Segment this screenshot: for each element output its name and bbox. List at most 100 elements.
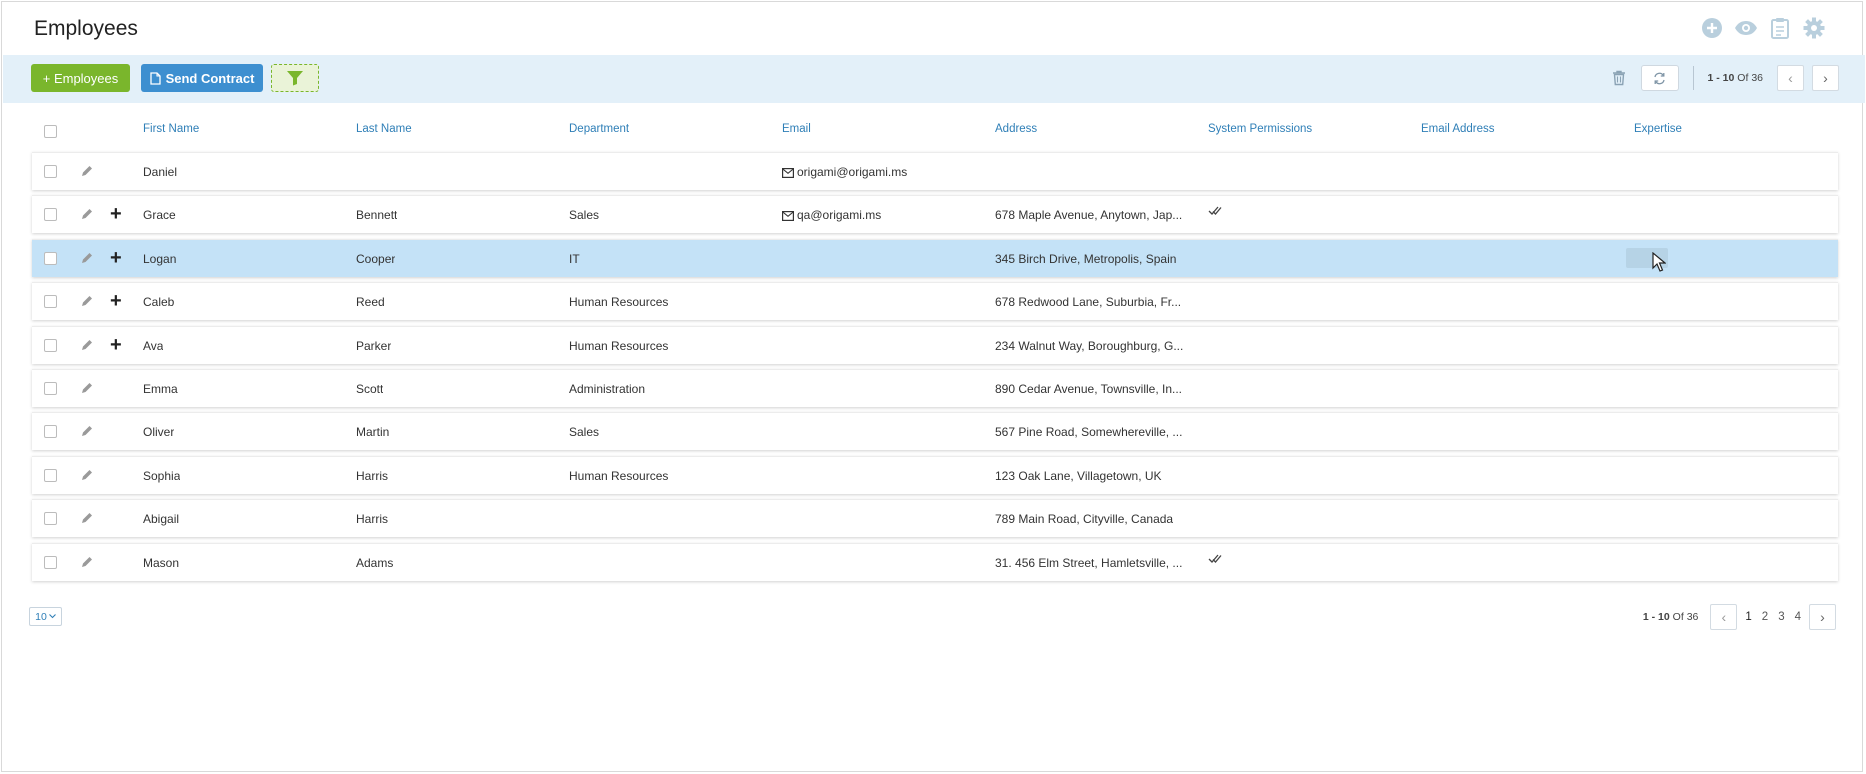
column-header-system-permissions[interactable]: System Permissions	[1208, 123, 1312, 135]
table-row[interactable]: Abigail Harris 789 Main Road, Cityville, C…	[32, 499, 1838, 537]
column-header-email[interactable]: Email	[782, 123, 811, 135]
edit-pencil-icon[interactable]	[80, 555, 94, 569]
refresh-button[interactable]	[1640, 65, 1679, 91]
column-header-expertise[interactable]: Expertise	[1634, 123, 1682, 135]
expand-plus-icon[interactable]: +	[110, 291, 122, 311]
edit-pencil-icon[interactable]	[80, 381, 94, 395]
edit-pencil-icon[interactable]	[80, 164, 94, 178]
row-checkbox[interactable]	[44, 165, 57, 178]
cell-address: 789 Main Road, Cityville, Canada	[995, 512, 1174, 526]
envelope-icon	[782, 167, 795, 181]
filter-icon	[287, 71, 303, 86]
cell-department: Human Resources	[569, 295, 669, 309]
chevron-down-icon	[48, 614, 56, 619]
cell-address: 678 Maple Avenue, Anytown, Jap...	[995, 208, 1183, 222]
trash-icon[interactable]	[1605, 65, 1633, 91]
row-checkbox[interactable]	[44, 295, 57, 308]
checkmark-icon	[1208, 552, 1222, 567]
cell-first-name: Caleb	[143, 295, 175, 309]
cell-last-name: Cooper	[356, 252, 396, 266]
cell-last-name: Reed	[356, 295, 385, 309]
footer-prev-page-button[interactable]: ‹	[1710, 604, 1738, 630]
page-link-3[interactable]: 3	[1776, 611, 1786, 623]
pager-summary: 1 - 10 Of 36	[1707, 72, 1763, 84]
table-row[interactable]: Emma Scott Administration 890 Cedar Avenue,…	[32, 369, 1838, 407]
table-row[interactable]: Daniel origami@origami.ms	[32, 152, 1838, 190]
column-header-department[interactable]: Department	[569, 123, 629, 135]
table-row[interactable]: Oliver Martin Sales 567 Pine Road, Somewher…	[32, 412, 1838, 450]
header-actions	[1700, 16, 1826, 40]
edit-pencil-icon[interactable]	[80, 207, 94, 221]
add-employee-button[interactable]: + Employees	[31, 64, 130, 92]
mouse-cursor-icon	[1652, 251, 1667, 277]
page-title: Employees	[34, 17, 138, 40]
send-contract-label: Send Contract	[165, 70, 255, 86]
row-checkbox[interactable]	[44, 556, 57, 569]
toolbar: + Employees Send Contract 1 - 10 Of 36 ‹…	[3, 55, 1865, 103]
expand-plus-icon[interactable]: +	[110, 248, 122, 268]
row-checkbox[interactable]	[44, 252, 57, 265]
column-header-last-name[interactable]: Last Name	[356, 123, 412, 135]
edit-pencil-icon[interactable]	[80, 424, 94, 438]
cell-address: 234 Walnut Way, Boroughburg, G...	[995, 339, 1184, 353]
row-checkbox[interactable]	[44, 512, 57, 525]
table-row[interactable]: + Ava Parker Human Resources 234 Walnut Way,…	[32, 326, 1838, 364]
chevron-right-icon: ›	[1820, 609, 1825, 625]
table-row[interactable]: + Grace Bennett Sales qa@origami.ms 678 Maple…	[32, 195, 1838, 233]
edit-pencil-icon[interactable]	[80, 468, 94, 482]
column-header-email-address[interactable]: Email Address	[1421, 123, 1495, 135]
column-header-address[interactable]: Address	[995, 123, 1037, 135]
edit-pencil-icon[interactable]	[80, 294, 94, 308]
row-checkbox[interactable]	[44, 425, 57, 438]
page-link-1[interactable]: 1	[1743, 611, 1753, 623]
row-checkbox[interactable]	[44, 339, 57, 352]
email-text[interactable]: origami@origami.ms	[797, 165, 907, 179]
cell-address: 567 Pine Road, Somewhereville, ...	[995, 425, 1183, 439]
cell-last-name: Scott	[356, 382, 384, 396]
edit-pencil-icon[interactable]	[80, 511, 94, 525]
pagination: 1 - 10 Of 36 ‹ 1 2 3 4 ›	[1643, 604, 1836, 630]
page-link-4[interactable]: 4	[1793, 611, 1803, 623]
eye-icon[interactable]	[1734, 16, 1758, 40]
email-text[interactable]: qa@origami.ms	[797, 208, 881, 222]
edit-pencil-icon[interactable]	[80, 251, 94, 265]
cell-last-name: Harris	[356, 469, 388, 483]
send-contract-button[interactable]: Send Contract	[141, 64, 263, 92]
footer-next-page-button[interactable]: ›	[1809, 604, 1836, 630]
row-checkbox[interactable]	[44, 382, 57, 395]
cell-last-name: Adams	[356, 556, 394, 570]
expand-plus-icon[interactable]: +	[110, 204, 122, 224]
clipboard-icon[interactable]	[1768, 16, 1792, 40]
edit-pencil-icon[interactable]	[80, 338, 94, 352]
chevron-right-icon: ›	[1823, 70, 1828, 86]
toolbar-right: 1 - 10 Of 36 ‹ ›	[1605, 64, 1839, 92]
expand-plus-icon[interactable]: +	[110, 335, 122, 355]
cell-first-name: Emma	[143, 382, 178, 396]
pager-summary-footer: 1 - 10 Of 36	[1642, 611, 1699, 623]
filter-button[interactable]	[271, 64, 319, 92]
gear-icon[interactable]	[1802, 16, 1826, 40]
table-row[interactable]: + Logan Cooper IT 345 Birch Drive, Metropoli…	[32, 239, 1838, 277]
table-row[interactable]: Mason Adams 31. 456 Elm Street, Hamletsvil…	[32, 543, 1838, 581]
column-header-first-name[interactable]: First Name	[143, 123, 199, 135]
cell-first-name: Mason	[143, 556, 180, 570]
page-size-select[interactable]: 10	[29, 607, 62, 626]
cell-first-name: Logan	[143, 252, 177, 266]
cell-department: IT	[569, 252, 580, 266]
cell-last-name: Harris	[356, 512, 388, 526]
row-checkbox[interactable]	[44, 469, 57, 482]
table-row[interactable]: Sophia Harris Human Resources 123 Oak Lane,…	[32, 456, 1838, 494]
cell-last-name: Bennett	[356, 208, 398, 222]
cell-first-name: Ava	[143, 339, 164, 353]
cell-address: 890 Cedar Avenue, Townsville, In...	[995, 382, 1183, 396]
cell-department: Sales	[569, 425, 600, 439]
table-row[interactable]: + Caleb Reed Human Resources 678 Redwood Lan…	[32, 282, 1838, 320]
next-page-button[interactable]: ›	[1812, 65, 1839, 91]
add-circle-icon[interactable]	[1700, 16, 1724, 40]
checkmark-icon	[1208, 204, 1222, 219]
select-all-checkbox[interactable]	[44, 125, 57, 138]
prev-page-button[interactable]: ‹	[1777, 65, 1804, 91]
cell-first-name: Sophia	[143, 469, 181, 483]
row-checkbox[interactable]	[44, 208, 57, 221]
page-link-2[interactable]: 2	[1760, 611, 1770, 623]
